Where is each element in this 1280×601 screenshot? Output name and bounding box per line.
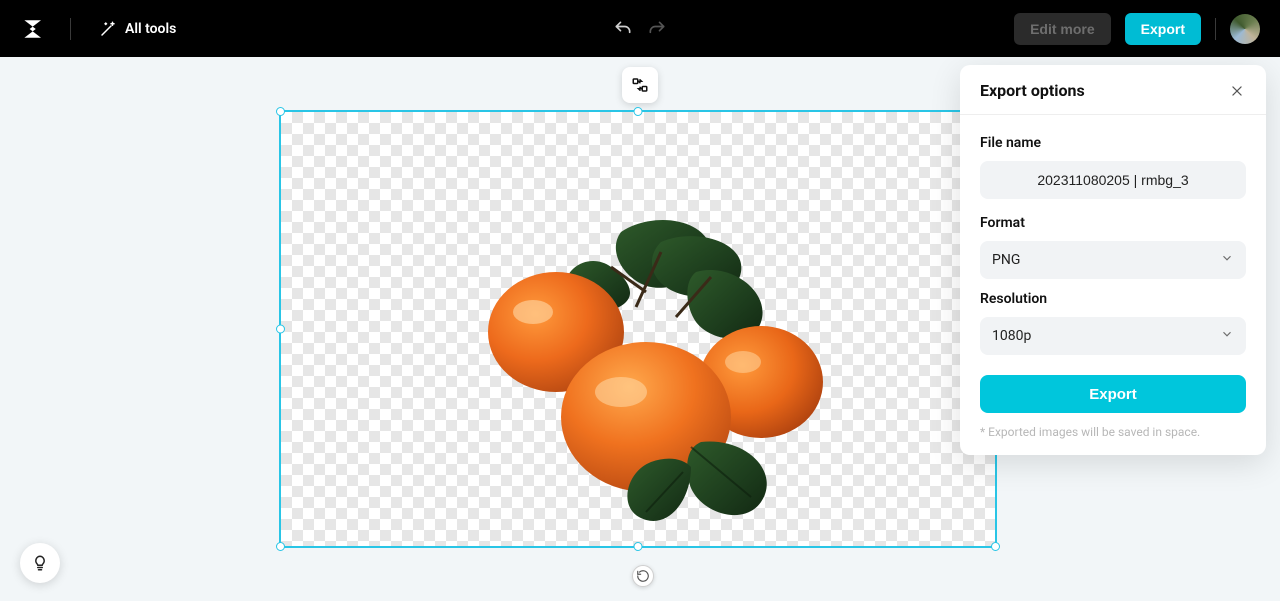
format-label: Format — [980, 215, 1246, 231]
selection-handle[interactable] — [991, 542, 1000, 551]
avatar[interactable] — [1230, 14, 1260, 44]
rotate-icon — [636, 569, 650, 583]
workspace: Export options File name Format PNG Reso… — [0, 57, 1280, 601]
rotate-handle[interactable] — [632, 565, 654, 587]
panel-note: * Exported images will be saved in space… — [980, 425, 1246, 439]
selection-handle[interactable] — [276, 107, 285, 116]
header-center — [613, 19, 667, 39]
header-right: Edit more Export — [1014, 13, 1260, 45]
selection-handle[interactable] — [276, 325, 285, 334]
app-logo-icon[interactable] — [20, 15, 48, 43]
edit-more-button[interactable]: Edit more — [1014, 13, 1111, 45]
lightbulb-icon — [31, 554, 49, 572]
resolution-select[interactable]: 1080p — [980, 317, 1246, 355]
help-button[interactable] — [20, 543, 60, 583]
format-select[interactable]: PNG — [980, 241, 1246, 279]
file-name-input[interactable] — [980, 161, 1246, 199]
panel-export-button[interactable]: Export — [980, 375, 1246, 413]
compare-icon — [631, 76, 649, 94]
format-value: PNG — [992, 252, 1020, 268]
divider — [70, 18, 71, 40]
image-subject — [461, 212, 841, 532]
all-tools-label: All tools — [125, 21, 176, 37]
resolution-label: Resolution — [980, 291, 1246, 307]
app-header: All tools Edit more Export — [0, 0, 1280, 57]
close-icon — [1230, 84, 1244, 98]
panel-header: Export options — [960, 65, 1266, 115]
selection-handle[interactable] — [634, 542, 643, 551]
close-panel-button[interactable] — [1228, 82, 1246, 100]
header-left: All tools — [20, 14, 186, 44]
export-options-panel: Export options File name Format PNG Reso… — [960, 65, 1266, 455]
file-name-label: File name — [980, 135, 1246, 151]
panel-title: Export options — [980, 81, 1085, 100]
divider — [1215, 18, 1216, 40]
undo-button[interactable] — [613, 19, 633, 39]
export-button[interactable]: Export — [1125, 13, 1201, 45]
compare-toggle-button[interactable] — [622, 67, 658, 103]
selection-handle[interactable] — [276, 542, 285, 551]
all-tools-button[interactable]: All tools — [89, 14, 186, 44]
canvas[interactable] — [279, 110, 997, 548]
panel-body: File name Format PNG Resolution 1080p Ex… — [960, 115, 1266, 443]
chevron-down-icon — [1220, 251, 1234, 269]
resolution-value: 1080p — [992, 328, 1031, 344]
selection-handle[interactable] — [634, 107, 643, 116]
magic-wand-icon — [99, 20, 117, 38]
redo-button[interactable] — [647, 19, 667, 39]
chevron-down-icon — [1220, 327, 1234, 345]
